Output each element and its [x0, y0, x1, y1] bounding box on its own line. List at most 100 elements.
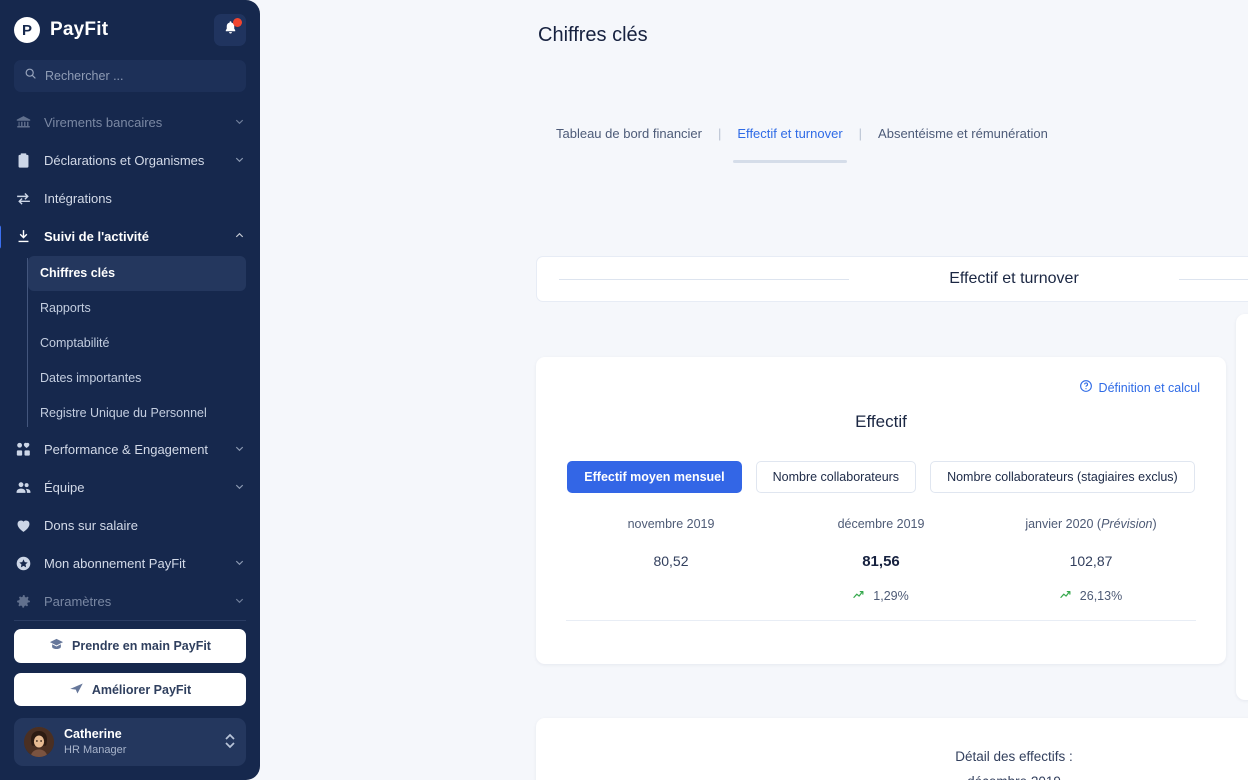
sidebar-item-label: Mon abonnement PayFit	[44, 556, 186, 572]
effectif-value-row: 80,52 81,56 102,87	[566, 553, 1196, 586]
sidebar-subitem-label: Rapports	[40, 301, 91, 316]
section-banner-title: Effectif et turnover	[949, 270, 1079, 287]
sidebar-item-equipe[interactable]: Équipe	[0, 469, 260, 507]
sidebar-item-mon-abonnement-payfit[interactable]: Mon abonnement PayFit	[0, 545, 260, 583]
metric-delta	[566, 586, 776, 606]
main-content: Chiffres clés Janvier 2020 Filtrer l'aff…	[260, 0, 1248, 780]
sidebar-item-parametres[interactable]: Paramètres	[0, 583, 260, 616]
metric-value: 102,87	[1069, 553, 1113, 569]
search-input[interactable]	[45, 68, 236, 83]
search-box[interactable]	[14, 60, 246, 92]
payfit-logo-icon: P	[14, 17, 40, 43]
chevron-down-icon	[234, 115, 246, 130]
effectif-table: novembre 2019 décembre 2019 janvier 2020…	[566, 517, 1196, 621]
effectif-segment-group: Effectif moyen mensuel Nombre collaborat…	[536, 461, 1226, 493]
tab-effectif-et-turnover[interactable]: Effectif et turnover	[721, 126, 858, 163]
chevron-up-icon	[234, 229, 246, 244]
chevron-down-icon	[234, 442, 246, 457]
tab-absenteisme-et-remuneration[interactable]: Absentéisme et rémunération	[862, 126, 1064, 141]
sidebar-item-label: Suivi de l'activité	[44, 229, 149, 245]
sidebar-item-label: Virements bancaires	[44, 115, 163, 131]
turnover-card: Définition et calcul Turnover novembre 2…	[1236, 314, 1248, 700]
paper-plane-icon	[69, 681, 84, 699]
sidebar-subitem-label: Dates importantes	[40, 371, 142, 386]
clipboard-icon	[14, 152, 32, 169]
tab-tableau-de-bord-financier[interactable]: Tableau de bord financier	[556, 126, 718, 141]
sidebar-subitem-label: Comptabilité	[40, 336, 110, 351]
sidebar-item-declarations-organismes[interactable]: Déclarations et Organismes	[0, 142, 260, 180]
detail-card-title: Détail des effectifs : décembre 2019	[536, 745, 1248, 780]
chevron-updown-icon[interactable]	[224, 731, 236, 754]
sidebar-item-rapports[interactable]: Rapports	[28, 291, 246, 326]
graduation-cap-icon	[49, 637, 64, 655]
chevron-down-icon	[234, 480, 246, 495]
segment-nombre-collaborateurs-stagiaires-exclus[interactable]: Nombre collaborateurs (stagiaires exclus…	[930, 461, 1195, 493]
chevron-down-icon	[234, 594, 246, 609]
user-role: HR Manager	[64, 743, 127, 756]
metric-delta: 26,13%	[986, 586, 1196, 606]
effectif-definition-link[interactable]: Définition et calcul	[1079, 379, 1200, 396]
column-header: décembre 2019	[837, 517, 925, 531]
button-label: Améliorer PayFit	[91, 682, 192, 697]
table-rule	[566, 620, 1196, 621]
segment-label: Nombre collaborateurs	[772, 470, 900, 484]
tab-label: Tableau de bord financier	[556, 126, 702, 141]
bank-icon	[14, 114, 32, 131]
detail-title-line2: décembre 2019	[536, 770, 1248, 780]
sidebar-item-dates-importantes[interactable]: Dates importantes	[28, 361, 246, 396]
sidebar-item-label: Intégrations	[44, 191, 112, 207]
button-label: Prendre en main PayFit	[72, 638, 211, 653]
sidebar-item-label: Déclarations et Organismes	[44, 153, 205, 169]
effectif-delta-row: 1,29% 26,13%	[566, 586, 1196, 606]
detail-title-line1: Détail des effectifs :	[955, 749, 1073, 764]
sidebar-divider	[14, 620, 246, 622]
sidebar-nav: Virements bancaires Déclarations et Orga…	[0, 102, 260, 616]
brand-name: PayFit	[50, 19, 109, 40]
download-icon	[14, 228, 32, 245]
performance-icon	[14, 441, 32, 458]
user-name: Catherine	[64, 727, 122, 742]
user-profile-card[interactable]: Catherine HR Manager	[14, 718, 246, 766]
tab-label: Effectif et turnover	[737, 126, 843, 141]
gear-icon	[14, 593, 32, 610]
sidebar-item-label: Équipe	[44, 480, 85, 496]
page-title: Chiffres clés	[538, 24, 648, 46]
trend-up-icon	[1060, 589, 1074, 603]
delta-value: 26,13%	[1079, 589, 1123, 603]
heart-icon	[14, 517, 32, 534]
avatar	[24, 727, 54, 758]
notification-badge-dot	[233, 18, 242, 27]
ameliorer-payfit-button[interactable]: Améliorer PayFit	[14, 672, 246, 707]
sidebar-item-chiffres-cles[interactable]: Chiffres clés	[28, 255, 246, 291]
segment-nombre-collaborateurs[interactable]: Nombre collaborateurs	[755, 461, 917, 493]
segment-effectif-moyen-mensuel[interactable]: Effectif moyen mensuel	[567, 461, 742, 493]
sidebar-item-registre-unique-personnel[interactable]: Registre Unique du Personnel	[28, 396, 246, 431]
section-tabs: Tableau de bord financier | Effectif et …	[556, 126, 1064, 163]
chevron-down-icon	[234, 556, 246, 571]
delta-value: 1,29%	[873, 589, 909, 603]
app-root: P PayFit Virements bancaires	[0, 0, 1248, 780]
section-banner: Effectif et turnover	[536, 256, 1248, 302]
star-badge-icon	[14, 555, 32, 572]
turnover-card-title: Turnover	[1236, 390, 1248, 410]
sidebar-item-performance-engagement[interactable]: Performance & Engagement	[0, 431, 260, 469]
sidebar-item-comptabilite[interactable]: Comptabilité	[28, 326, 246, 361]
notifications-button[interactable]	[214, 14, 246, 46]
sidebar-item-virements-bancaires[interactable]: Virements bancaires	[0, 104, 260, 142]
metric-delta: 1,29%	[776, 586, 986, 606]
divider-line-left	[559, 278, 850, 280]
sidebar-item-suivi-activite[interactable]: Suivi de l'activité	[0, 218, 260, 256]
link-label: Définition et calcul	[1098, 380, 1200, 395]
sidebar-subitem-label: Registre Unique du Personnel	[40, 406, 207, 421]
sidebar-item-dons-sur-salaire[interactable]: Dons sur salaire	[0, 507, 260, 545]
divider-line-right	[1178, 278, 1248, 280]
column-header: novembre 2019	[627, 517, 715, 531]
segment-label: Effectif moyen mensuel	[584, 470, 725, 484]
tab-label: Absentéisme et rémunération	[878, 126, 1048, 141]
sidebar-subnav: Chiffres clés Rapports Comptabilité Date…	[0, 255, 260, 431]
sidebar: P PayFit Virements bancaires	[0, 0, 260, 780]
sidebar-item-integrations[interactable]: Intégrations	[0, 180, 260, 218]
sidebar-item-label: Paramètres	[44, 594, 112, 610]
sidebar-brand: P PayFit	[0, 0, 260, 58]
prendre-en-main-payfit-button[interactable]: Prendre en main PayFit	[14, 629, 246, 663]
